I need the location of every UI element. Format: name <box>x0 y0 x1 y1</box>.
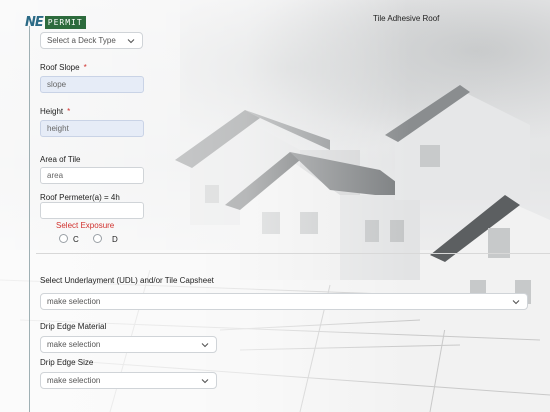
drip-edge-size-label: Drip Edge Size <box>40 358 94 367</box>
app-logo: NE PERMIT <box>25 14 86 30</box>
chevron-down-icon <box>127 39 135 44</box>
area-of-tile-input[interactable]: area <box>40 167 144 184</box>
deck-type-value: Select a Deck Type <box>47 36 116 45</box>
drip-edge-material-value: make selection <box>47 340 101 349</box>
logo-suffix: PERMIT <box>44 15 86 29</box>
area-of-tile-label: Area of Tile <box>40 155 81 164</box>
exposure-label: Select Exposure <box>56 221 115 230</box>
underlayment-label: Select Underlayment (UDL) and/or Tile Ca… <box>40 276 214 285</box>
required-marker: * <box>67 107 71 116</box>
roof-slope-placeholder: slope <box>47 80 67 89</box>
exposure-c-radio[interactable] <box>59 234 68 243</box>
height-label: Height * <box>40 107 70 116</box>
required-marker: * <box>83 63 87 72</box>
underlayment-value: make selection <box>47 297 101 306</box>
height-placeholder: height <box>47 124 69 133</box>
drip-edge-size-select[interactable]: make selection <box>40 372 217 389</box>
drip-edge-size-value: make selection <box>47 376 101 385</box>
left-rule <box>29 26 30 412</box>
exposure-d-radio[interactable] <box>93 234 102 243</box>
roof-perimeter-input[interactable] <box>40 202 144 219</box>
exposure-d-label: D <box>112 235 118 244</box>
section-divider <box>36 253 550 254</box>
drip-edge-material-label: Drip Edge Material <box>40 322 107 331</box>
chevron-down-icon <box>512 300 520 305</box>
drip-edge-material-select[interactable]: make selection <box>40 336 217 353</box>
roof-slope-input[interactable]: slope <box>40 76 144 93</box>
chevron-down-icon <box>201 343 209 348</box>
height-input[interactable]: height <box>40 120 144 137</box>
area-of-tile-placeholder: area <box>47 171 64 180</box>
underlayment-select[interactable]: make selection <box>40 293 528 310</box>
roof-slope-label: Roof Slope * <box>40 63 87 72</box>
chevron-down-icon <box>201 379 209 384</box>
roof-perimeter-label: Roof Permeter(a) = 4h <box>40 193 120 202</box>
exposure-c-label: C <box>73 235 79 244</box>
logo-prefix: NE <box>25 14 44 30</box>
height-label-text: Height <box>40 107 64 116</box>
page-title: Tile Adhesive Roof <box>373 14 440 23</box>
deck-type-select[interactable]: Select a Deck Type <box>40 32 143 49</box>
roof-slope-label-text: Roof Slope <box>40 63 80 72</box>
